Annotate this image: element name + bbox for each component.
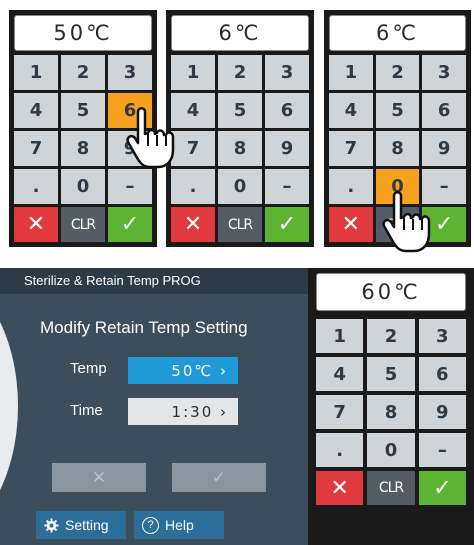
confirm-button[interactable]: ✓ [418,471,466,505]
confirm-button[interactable]: ✓ [265,207,309,242]
key-7[interactable]: 7 [14,131,58,166]
page-heading: Modify Retain Temp Setting [40,318,248,337]
keypad-display: 6℃ [329,15,466,51]
key-5[interactable]: 5 [367,357,415,391]
time-label: Time [70,402,103,419]
cancel-button[interactable]: ✕ [316,471,364,505]
key-4[interactable]: 4 [316,357,364,391]
key-7[interactable]: 7 [316,395,364,429]
key-9[interactable]: 9 [418,395,466,429]
key-8[interactable]: 8 [218,131,262,166]
help-button[interactable]: ? Help [134,511,224,539]
key-6[interactable]: 6 [265,93,309,128]
keypad-display: 50℃ [14,15,152,51]
setting-button[interactable]: Setting [36,511,126,539]
key-1[interactable]: 1 [14,55,58,90]
keypad-grid: 1 2 3 4 5 6 7 8 9 . 0 – ✕ CLR ✓ [316,319,466,505]
key-2[interactable]: 2 [375,55,420,90]
hand-pointer-icon [126,107,175,169]
key-6[interactable]: 6 [422,93,466,128]
keypad-panel-2: 6℃ 1 2 3 4 5 6 7 8 9 . 0 – ✕ CLR ✓ [166,10,314,247]
key-2[interactable]: 2 [367,319,415,353]
key-0[interactable]: 0 [218,169,262,204]
time-field[interactable]: 1:30 › [128,398,238,425]
key-5[interactable]: 5 [61,93,105,128]
key-minus[interactable]: – [418,433,466,467]
clear-button[interactable]: CLR [367,471,415,505]
key-8[interactable]: 8 [367,395,415,429]
key-minus[interactable]: – [108,169,152,204]
key-0[interactable]: 0 [367,433,415,467]
cancel-button[interactable]: ✕ [171,207,215,242]
key-5[interactable]: 5 [218,93,262,128]
setting-label: Setting [65,517,109,533]
temp-label: Temp [70,360,107,377]
cancel-button[interactable]: ✕ [14,207,58,242]
key-3[interactable]: 3 [265,55,309,90]
help-icon: ? [142,516,159,534]
key-3[interactable]: 3 [422,55,466,90]
cancel-button[interactable]: ✕ [329,207,373,242]
key-1[interactable]: 1 [316,319,364,353]
key-6[interactable]: 6 [418,357,466,391]
key-3[interactable]: 3 [418,319,466,353]
gear-icon [44,517,59,533]
key-9[interactable]: 9 [422,131,466,166]
keypad-panel-4: 60℃ 1 2 3 4 5 6 7 8 9 . 0 – ✕ CLR ✓ [308,268,474,545]
key-2[interactable]: 2 [218,55,262,90]
key-5[interactable]: 5 [375,93,420,128]
key-1[interactable]: 1 [171,55,215,90]
key-8[interactable]: 8 [61,131,105,166]
confirm-button[interactable]: ✓ [108,207,152,242]
key-decimal[interactable]: . [316,433,364,467]
screen-title: Sterilize & Retain Temp PROG [0,268,308,294]
key-9[interactable]: 9 [265,131,309,166]
temp-field[interactable]: 50℃ › [128,357,238,384]
keypad-display: 60℃ [316,273,466,311]
clear-button[interactable]: CLR [61,207,105,242]
key-decimal[interactable]: . [329,169,373,204]
hand-pointer-icon [382,191,431,253]
key-1[interactable]: 1 [329,55,373,90]
key-decimal[interactable]: . [171,169,215,204]
key-3[interactable]: 3 [108,55,152,90]
settings-confirm-button[interactable]: ✓ [172,463,266,492]
key-8[interactable]: 8 [375,131,420,166]
key-7[interactable]: 7 [329,131,373,166]
key-4[interactable]: 4 [329,93,373,128]
decorative-curve [0,270,18,542]
key-0[interactable]: 0 [61,169,105,204]
clear-button[interactable]: CLR [218,207,262,242]
key-minus[interactable]: – [265,169,309,204]
settings-cancel-button[interactable]: ✕ [52,463,146,492]
key-2[interactable]: 2 [61,55,105,90]
keypad-grid: 1 2 3 4 5 6 7 8 9 . 0 – ✕ CLR ✓ [171,55,309,242]
key-decimal[interactable]: . [14,169,58,204]
help-label: Help [165,517,194,533]
key-4[interactable]: 4 [14,93,58,128]
keypad-display: 6℃ [171,15,309,51]
